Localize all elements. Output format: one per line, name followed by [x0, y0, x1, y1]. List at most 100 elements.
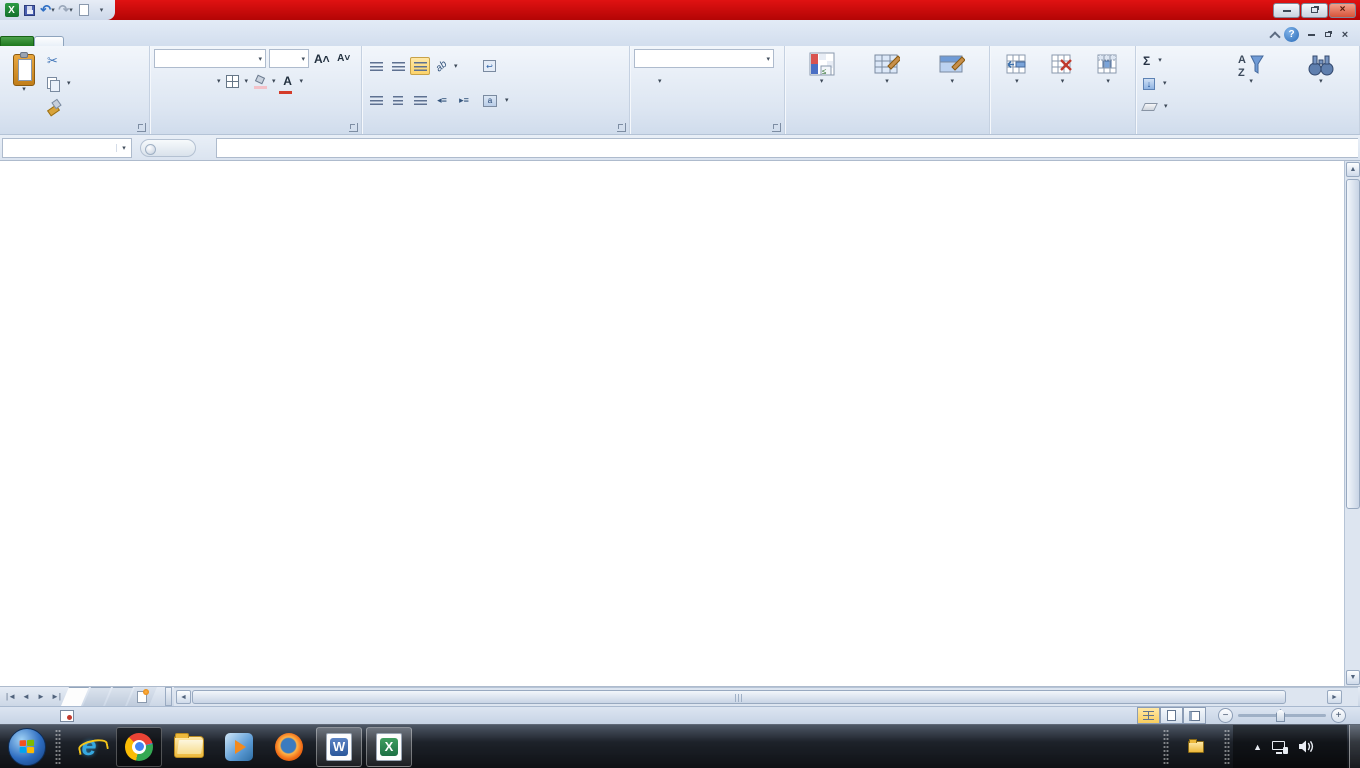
excel-taskbar-button[interactable]: X [366, 726, 412, 767]
horizontal-scroll-thumb[interactable] [192, 690, 1286, 704]
thousands-format-button[interactable] [690, 73, 710, 90]
new-document-icon[interactable] [76, 3, 91, 18]
name-box[interactable]: ▾ [2, 137, 132, 158]
excel-logo[interactable]: X [4, 3, 19, 18]
first-sheet-icon[interactable]: |◄ [4, 689, 18, 704]
decrease-indent-button[interactable]: ◂≡ [432, 92, 452, 110]
formula-input[interactable] [216, 137, 1358, 158]
library-toolbar-item[interactable] [1188, 738, 1213, 753]
zoom-in-icon[interactable]: + [1331, 708, 1346, 723]
show-desktop-button[interactable] [1349, 725, 1360, 768]
merge-center-button[interactable]: a ▾ [480, 91, 512, 111]
workbook-restore-icon[interactable] [1321, 29, 1335, 41]
conditional-formatting-button[interactable]: ≤ ▾ [804, 49, 840, 117]
tab-archivo[interactable] [0, 36, 34, 46]
tab-split-handle[interactable] [165, 687, 172, 706]
insert-cells-button[interactable]: ▾ [999, 49, 1035, 117]
media-player-taskbar-button[interactable] [216, 727, 262, 767]
shrink-font-button[interactable]: A˅ [335, 50, 353, 68]
explorer-taskbar-button[interactable] [166, 727, 212, 767]
next-sheet-icon[interactable]: ► [34, 689, 48, 704]
percent-format-button[interactable] [666, 73, 686, 90]
tab-diseno[interactable] [92, 37, 120, 46]
orientation-button[interactable]: ab [432, 57, 452, 75]
zoom-slider-thumb[interactable] [1276, 709, 1285, 722]
firefox-taskbar-button[interactable] [266, 727, 312, 767]
volume-icon[interactable] [1298, 739, 1315, 754]
restore-button[interactable] [1301, 2, 1328, 18]
scroll-down-icon[interactable]: ▼ [1346, 670, 1360, 685]
tab-vista[interactable] [204, 37, 232, 46]
align-bottom-button[interactable] [410, 57, 430, 76]
decrease-decimal-button[interactable] [738, 73, 758, 90]
collapse-ribbon-icon[interactable] [1269, 30, 1281, 43]
paste-button[interactable]: ▾ [4, 49, 44, 117]
align-middle-button[interactable] [388, 57, 408, 75]
font-name-combo[interactable]: ▾ [154, 49, 266, 68]
workbook-minimize-icon[interactable] [1304, 29, 1318, 41]
format-as-table-button[interactable]: ▾ [869, 49, 905, 117]
normal-view-button[interactable] [1137, 707, 1160, 724]
format-painter-button[interactable] [44, 97, 74, 116]
tab-programador[interactable] [232, 37, 260, 46]
dialog-launcher-numero[interactable] [772, 123, 781, 132]
scroll-right-icon[interactable]: ► [1327, 690, 1342, 704]
chrome-taskbar-button[interactable] [116, 726, 162, 767]
autosum-button[interactable]: Σ ▾ [1140, 51, 1215, 70]
horizontal-scrollbar[interactable]: ◄ ► [174, 687, 1358, 706]
name-box-dropdown-icon[interactable]: ▾ [116, 143, 131, 152]
tab-formulas[interactable] [120, 37, 148, 46]
dialog-launcher-portapapeles[interactable] [137, 123, 146, 132]
bold-button[interactable] [154, 72, 172, 90]
page-break-view-button[interactable] [1183, 707, 1206, 724]
zoom-slider[interactable] [1238, 709, 1326, 722]
redo-icon[interactable]: ↷ ▾ [58, 2, 73, 18]
format-cells-button[interactable]: ▾ [1090, 49, 1126, 117]
align-center-button[interactable] [388, 92, 408, 110]
word-taskbar-button[interactable]: W [316, 726, 362, 767]
start-orb-icon[interactable] [8, 727, 46, 766]
increase-decimal-button[interactable] [714, 73, 734, 90]
tab-datos[interactable] [148, 37, 176, 46]
cell-styles-button[interactable]: ▾ [934, 49, 970, 117]
dialog-launcher-fuente[interactable] [349, 123, 358, 132]
align-right-button[interactable] [410, 92, 430, 110]
scroll-left-icon[interactable]: ◄ [176, 690, 191, 704]
vertical-scroll-thumb[interactable] [1346, 179, 1360, 509]
save-icon[interactable] [22, 3, 37, 18]
align-left-button[interactable] [366, 92, 386, 110]
cut-button[interactable]: ✂ [44, 51, 74, 70]
underline-button[interactable] [196, 72, 214, 90]
minimize-button[interactable] [1273, 2, 1300, 18]
dialog-launcher-alineacion[interactable] [617, 123, 626, 132]
ie-taskbar-button[interactable]: e [66, 727, 112, 767]
worksheet-grid[interactable] [0, 161, 1344, 686]
undo-icon[interactable]: ↶ ▾ [40, 2, 55, 18]
tab-insertar[interactable] [64, 37, 92, 46]
macro-record-icon[interactable] [60, 709, 74, 722]
close-button[interactable]: × [1329, 2, 1356, 18]
toolbar-overflow-icon[interactable] [1213, 744, 1221, 750]
customize-qat-dropdown-icon[interactable]: ▾ [94, 3, 109, 18]
grow-font-button[interactable]: A˄ [312, 50, 332, 68]
wrap-text-button[interactable]: ↩ [480, 56, 512, 76]
workbook-close-icon[interactable]: × [1338, 29, 1352, 41]
vertical-scrollbar[interactable]: ▲ ▼ [1344, 161, 1360, 686]
tab-inicio[interactable] [34, 36, 64, 46]
number-format-combo[interactable]: ▾ [634, 49, 774, 68]
align-top-button[interactable] [366, 57, 386, 75]
scroll-up-icon[interactable]: ▲ [1346, 162, 1360, 177]
network-icon[interactable] [1272, 740, 1288, 754]
sort-filter-button[interactable]: A Z ▾ [1219, 49, 1282, 117]
font-color-button[interactable]: A [278, 72, 297, 94]
fill-button[interactable]: ↓ ▾ [1140, 74, 1215, 93]
increase-indent-button[interactable]: ▸≡ [454, 92, 474, 110]
delete-cells-button[interactable]: ▾ [1044, 49, 1080, 117]
italic-button[interactable] [175, 72, 193, 90]
find-select-button[interactable]: ▾ [1287, 49, 1355, 117]
prev-sheet-icon[interactable]: ◄ [19, 689, 33, 704]
zoom-out-icon[interactable]: − [1218, 708, 1233, 723]
borders-button[interactable] [224, 72, 242, 90]
help-icon[interactable]: ? [1284, 27, 1299, 42]
copy-button[interactable]: ▾ [44, 74, 74, 93]
